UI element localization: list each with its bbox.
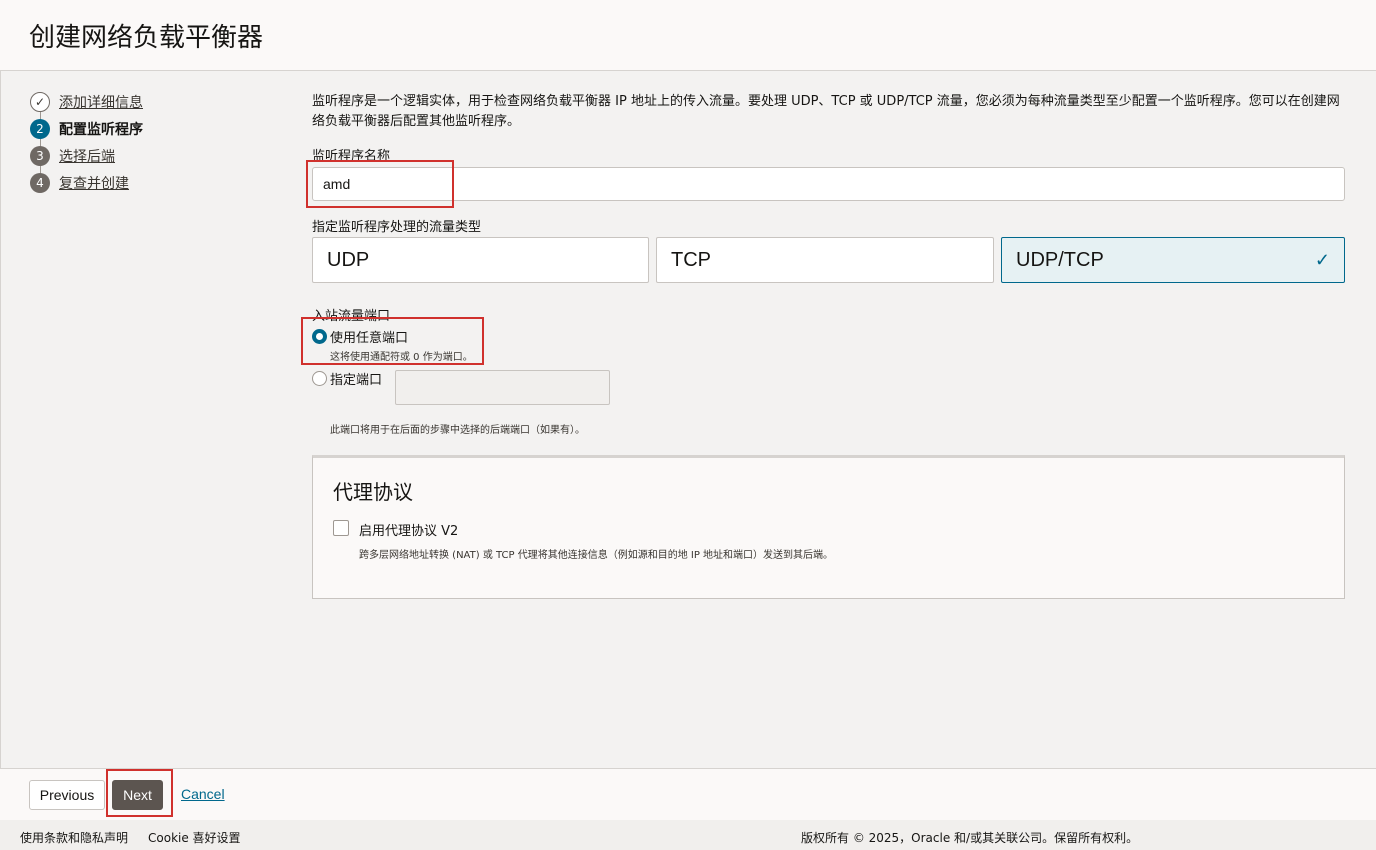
traffic-type-label: TCP <box>671 248 711 271</box>
copyright-text: 版权所有 © 2025，Oracle 和/或其关联公司。保留所有权利。 <box>801 831 1139 845</box>
specific-port-radio-row[interactable]: 指定端口 <box>312 369 382 388</box>
cookie-preferences-link[interactable]: Cookie 喜好设置 <box>148 829 241 846</box>
proxy-protocol-hint: 跨多层网络地址转换 (NAT) 或 TCP 代理将其他连接信息（例如源和目的地 … <box>359 550 834 561</box>
traffic-type-tcp[interactable]: TCP <box>656 237 994 283</box>
intro-text: 监听程序是一个逻辑实体，用于检查网络负载平衡器 IP 地址上的传入流量。要处理 … <box>312 94 1340 129</box>
traffic-type-udp[interactable]: UDP <box>312 237 649 283</box>
any-port-hint: 这将使用通配符或 0 作为端口。 <box>330 352 473 363</box>
specific-port-radio[interactable] <box>312 371 327 386</box>
traffic-type-label: UDP/TCP <box>1016 248 1104 271</box>
step-label[interactable]: 选择后端 <box>59 146 115 166</box>
step-add-details[interactable]: ✓ 添加详细信息 <box>30 91 143 113</box>
step-label[interactable]: 添加详细信息 <box>59 92 143 112</box>
proxy-protocol-title: 代理协议 <box>333 480 413 504</box>
ingress-port-label: 入站流量端口 <box>312 309 391 324</box>
enable-proxy-checkbox[interactable] <box>333 520 349 536</box>
page-title: 创建网络负载平衡器 <box>29 23 264 53</box>
listener-name-input[interactable] <box>312 167 1345 201</box>
enable-proxy-label[interactable]: 启用代理协议 V2 <box>359 520 458 539</box>
cancel-link[interactable]: Cancel <box>181 786 225 802</box>
listener-name-label: 监听程序名称 <box>312 149 391 164</box>
form-content: 监听程序是一个逻辑实体，用于检查网络负载平衡器 IP 地址上的传入流量。要处理 … <box>312 92 1345 132</box>
checkmark-icon: ✓ <box>1314 250 1330 270</box>
step-label: 配置监听程序 <box>59 122 143 138</box>
terms-privacy-link[interactable]: 使用条款和隐私声明 <box>20 829 128 846</box>
step-label[interactable]: 复查并创建 <box>59 173 129 193</box>
step-number: 2 <box>30 119 50 139</box>
specific-port-label[interactable]: 指定端口 <box>330 369 382 388</box>
traffic-type-udp-tcp[interactable]: UDP/TCP ✓ <box>1001 237 1345 283</box>
step-choose-backends[interactable]: 3 选择后端 <box>30 145 115 167</box>
previous-button[interactable]: Previous <box>29 780 105 810</box>
legal-footer: 使用条款和隐私声明 Cookie 喜好设置 版权所有 © 2025，Oracle… <box>0 820 1376 850</box>
traffic-type-label: 指定监听程序处理的流量类型 <box>312 220 482 235</box>
any-port-radio[interactable] <box>312 329 327 344</box>
next-button[interactable]: Next <box>112 780 163 810</box>
traffic-type-label: UDP <box>327 248 370 271</box>
specific-port-hint: 此端口将用于在后面的步骤中选择的后端端口（如果有）。 <box>330 425 585 436</box>
check-circle-icon: ✓ <box>30 92 50 112</box>
any-port-label[interactable]: 使用任意端口 <box>330 327 408 346</box>
step-number: 3 <box>30 146 50 166</box>
any-port-radio-row[interactable]: 使用任意端口 <box>312 327 408 346</box>
step-review-create[interactable]: 4 复查并创建 <box>30 172 129 194</box>
specific-port-input[interactable] <box>395 370 610 405</box>
step-number: 4 <box>30 173 50 193</box>
page-header: 创建网络负载平衡器 <box>0 0 1376 71</box>
proxy-protocol-card: 代理协议 启用代理协议 V2 跨多层网络地址转换 (NAT) 或 TCP 代理将… <box>312 455 1345 599</box>
step-configure-listener: 2 配置监听程序 <box>30 118 143 140</box>
